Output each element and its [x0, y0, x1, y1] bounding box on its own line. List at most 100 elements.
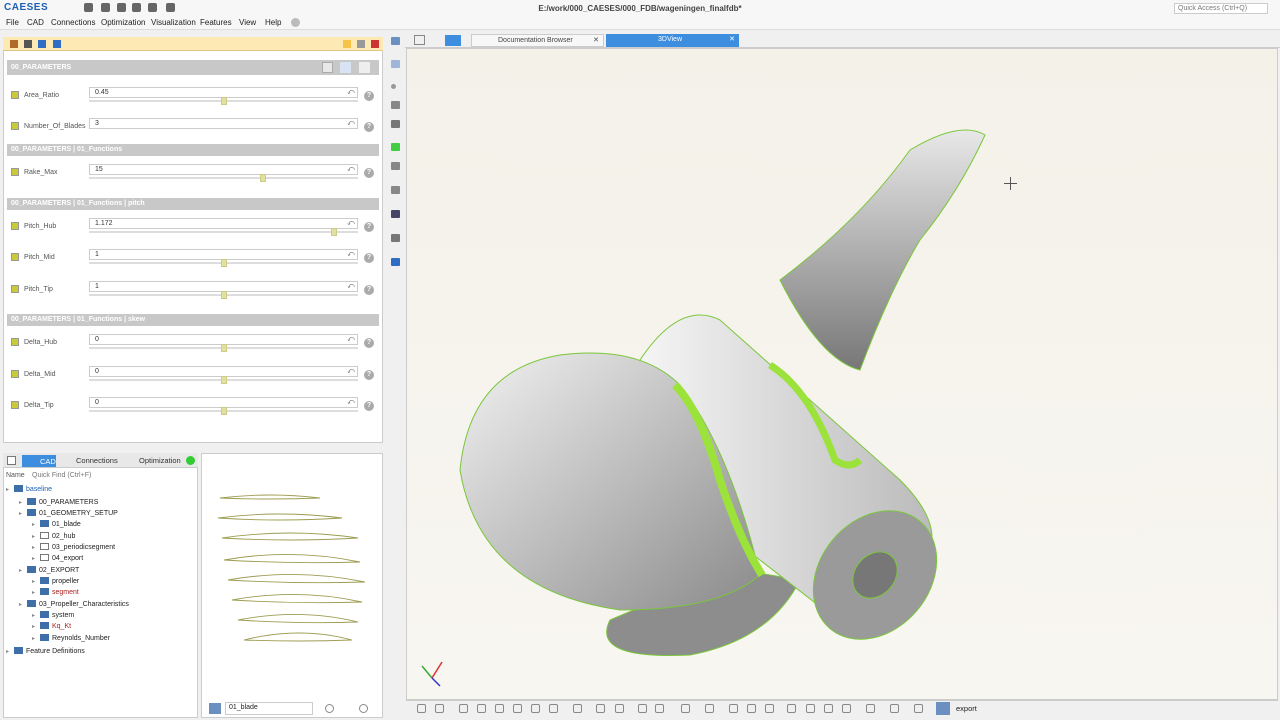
filter-icon[interactable] — [322, 62, 333, 73]
expand-arrow-icon[interactable]: ▸ — [32, 612, 40, 619]
view-tool-icon[interactable] — [747, 704, 756, 713]
propeller-model[interactable] — [440, 120, 1000, 670]
reset-icon[interactable]: ⤺ — [346, 250, 356, 259]
view-tool-icon[interactable] — [729, 704, 738, 713]
parameter-slider[interactable] — [89, 291, 358, 299]
help-icon[interactable] — [291, 18, 300, 27]
sidebar-tool-icon[interactable] — [391, 60, 400, 68]
expand-arrow-icon[interactable]: ▸ — [19, 510, 27, 517]
tree-item[interactable]: ▸ Kq_Kt — [32, 622, 71, 633]
view-tool-icon[interactable] — [513, 704, 522, 713]
menu-file[interactable]: File — [6, 18, 19, 27]
help-icon[interactable]: ? — [364, 168, 374, 178]
reset-icon[interactable]: ⤺ — [346, 282, 356, 291]
parameter-slider[interactable] — [89, 259, 358, 267]
tab-documentation-browser[interactable]: Documentation Browser ✕ — [471, 34, 604, 47]
menu-visualization[interactable]: Visualization — [151, 18, 196, 27]
pin-icon[interactable] — [10, 40, 18, 48]
tab-cad[interactable]: CAD — [22, 455, 56, 467]
quick-access-input[interactable]: Quick Access (Ctrl+Q) — [1174, 3, 1268, 14]
menu-cad[interactable]: CAD — [27, 18, 44, 27]
help-icon[interactable]: ? — [364, 122, 374, 132]
pen-icon[interactable] — [391, 210, 400, 218]
help-icon[interactable]: ? — [364, 285, 374, 295]
help-icon[interactable]: ? — [364, 253, 374, 263]
tree-item[interactable]: ▸ 03_periodicsegment — [32, 543, 115, 554]
parameter-slider[interactable] — [89, 407, 358, 415]
view-tool-icon[interactable] — [573, 704, 582, 713]
tree-item[interactable]: ▸ 00_PARAMETERS — [19, 498, 98, 509]
tree-item[interactable]: ▸ 04_export — [32, 554, 83, 565]
reset-icon[interactable]: ⤺ — [346, 119, 356, 128]
expand-arrow-icon[interactable]: ▸ — [32, 555, 40, 562]
view-tool-icon[interactable] — [824, 704, 833, 713]
slider-thumb[interactable] — [220, 344, 227, 352]
expand-arrow-icon[interactable]: ▸ — [32, 533, 40, 540]
close-panel-icon[interactable] — [371, 40, 379, 48]
expand-arrow-icon[interactable]: ▸ — [19, 499, 27, 506]
view-tool-icon[interactable] — [681, 704, 690, 713]
point-icon[interactable] — [391, 84, 396, 89]
expand-arrow-icon[interactable]: ▸ — [32, 623, 40, 630]
parameter-value-input[interactable]: 3 — [89, 118, 358, 129]
solid-icon[interactable] — [391, 162, 400, 170]
export-icon[interactable] — [936, 702, 950, 715]
tree-item[interactable]: ▸ 02_EXPORT — [19, 566, 79, 577]
view-tool-icon[interactable] — [866, 704, 875, 713]
view-tool-icon[interactable] — [655, 704, 664, 713]
restore-icon[interactable] — [357, 40, 365, 48]
expand-arrow-icon[interactable]: ▸ — [19, 601, 27, 608]
expand-arrow-icon[interactable]: ▸ — [32, 589, 40, 596]
view-tool-icon[interactable] — [806, 704, 815, 713]
parameter-slider[interactable] — [89, 97, 358, 105]
grid-icon[interactable] — [414, 35, 425, 45]
view-tool-icon[interactable] — [787, 704, 796, 713]
parameter-value-input[interactable]: 15 — [89, 164, 358, 175]
expand-arrow-icon[interactable]: ▸ — [32, 544, 40, 551]
help-icon[interactable]: ? — [364, 370, 374, 380]
back-icon[interactable] — [38, 40, 46, 48]
tree-item[interactable]: ▸ 01_blade — [32, 520, 81, 531]
view-tool-icon[interactable] — [705, 704, 714, 713]
view-tool-icon[interactable] — [638, 704, 647, 713]
view-tool-icon[interactable] — [890, 704, 899, 713]
curve-icon[interactable] — [391, 101, 400, 109]
reset-icon[interactable]: ⤺ — [346, 165, 356, 174]
reset-icon[interactable]: ⤺ — [346, 219, 356, 228]
view-tool-icon[interactable] — [549, 704, 558, 713]
expand-arrow-icon[interactable]: ▸ — [6, 648, 14, 655]
reset-icon[interactable]: ⤺ — [346, 398, 356, 407]
view-tool-icon[interactable] — [417, 704, 426, 713]
view-tool-icon[interactable] — [914, 704, 923, 713]
surface-icon[interactable] — [391, 120, 400, 128]
slider-thumb[interactable] — [220, 97, 227, 105]
sidebar-tool-icon[interactable] — [391, 37, 400, 45]
reset-icon[interactable]: ⤺ — [346, 88, 356, 97]
close-icon[interactable]: ✕ — [593, 36, 599, 44]
view-tool-icon[interactable] — [495, 704, 504, 713]
reset-icon[interactable]: ⤺ — [346, 367, 356, 376]
menu-optimization[interactable]: Optimization — [101, 18, 145, 27]
view-tool-icon[interactable] — [477, 704, 486, 713]
tree-item[interactable]: ▸ baseline — [6, 485, 52, 496]
grid-icon[interactable] — [24, 40, 32, 48]
tab-connections[interactable]: Connections — [76, 456, 118, 465]
refresh-icon[interactable] — [186, 456, 195, 465]
settings-icon[interactable] — [340, 62, 351, 73]
expand-arrow-icon[interactable]: ▸ — [19, 567, 27, 574]
parameter-value-input[interactable]: 1.172 — [89, 218, 358, 229]
expand-arrow-icon[interactable]: ▸ — [32, 578, 40, 585]
surface-green-icon[interactable] — [391, 143, 400, 151]
folder-icon[interactable] — [391, 258, 400, 266]
view-tool-icon[interactable] — [459, 704, 468, 713]
help-icon[interactable]: ? — [364, 401, 374, 411]
slider-thumb[interactable] — [220, 407, 227, 415]
close-icon[interactable]: ✕ — [729, 35, 735, 43]
slider-thumb[interactable] — [259, 174, 266, 182]
view-tool-icon[interactable] — [596, 704, 605, 713]
expand-arrow-icon[interactable]: ▸ — [32, 521, 40, 528]
settings-icon[interactable] — [325, 704, 334, 713]
forward-icon[interactable] — [53, 40, 61, 48]
reset-icon[interactable]: ⤺ — [346, 335, 356, 344]
tree-item[interactable]: ▸ 01_GEOMETRY_SETUP — [19, 509, 118, 520]
